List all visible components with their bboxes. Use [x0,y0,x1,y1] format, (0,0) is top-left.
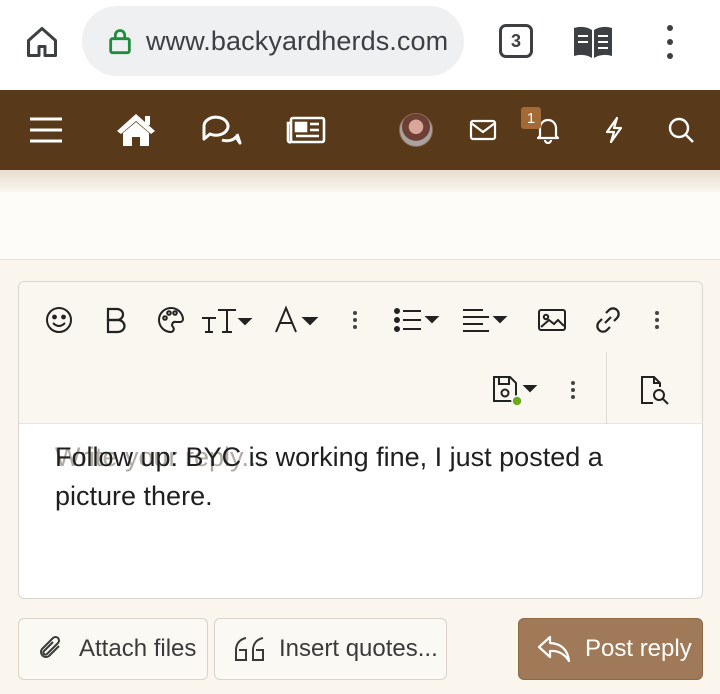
list-icon[interactable] [393,300,443,340]
lock-icon [109,29,131,55]
news-icon[interactable] [284,90,328,170]
reply-icon [537,635,571,663]
url-text: www.backyardherds.com [146,25,449,56]
reader-mode-icon[interactable] [572,24,614,60]
toolbar-divider [606,352,607,424]
font-family-icon[interactable] [273,300,323,340]
quote-icon [235,637,264,661]
emoji-icon[interactable] [41,300,77,340]
insert-image-icon[interactable] [533,300,571,340]
paperclip-icon [40,635,61,658]
editor-content[interactable]: Follow up: BYC is working fine, I just p… [55,438,675,516]
site-nav-bar [0,90,720,170]
insert-quotes-button[interactable]: Insert quotes... [214,618,447,680]
font-size-icon[interactable] [199,300,255,340]
forums-icon[interactable] [198,90,244,170]
whats-new-icon[interactable] [600,90,628,170]
more-options-icon[interactable] [565,370,581,410]
browser-toolbar: www.backyardherds.com 3 [0,0,720,90]
attach-files-label: Attach files [79,635,197,662]
content-band [0,192,720,260]
text-color-icon[interactable] [153,300,189,340]
more-formatting-icon[interactable] [347,300,363,340]
address-bar[interactable]: www.backyardherds.com [82,6,464,76]
tab-count: 3 [510,30,521,51]
post-reply-button[interactable]: Post reply [518,618,703,680]
align-icon[interactable] [461,300,511,340]
drafts-icon[interactable] [491,370,543,410]
home-icon[interactable] [22,22,62,62]
tab-switcher-button[interactable]: 3 [499,24,533,58]
bold-icon[interactable] [99,300,133,340]
insert-quotes-label: Insert quotes... [279,635,438,662]
attach-files-button[interactable]: Attach files [18,618,208,680]
search-icon[interactable] [664,90,698,170]
editor-toolbar [19,282,702,424]
post-reply-label: Post reply [585,635,692,662]
user-avatar[interactable] [398,90,434,170]
home-nav-icon[interactable] [113,90,159,170]
more-menu-icon[interactable] [658,22,682,62]
preview-icon[interactable] [635,370,675,410]
notification-badge: 1 [521,107,541,129]
insert-link-icon[interactable] [589,300,627,340]
bell-icon[interactable] [534,90,562,170]
avatar [399,113,433,147]
inbox-icon[interactable] [466,90,500,170]
more-insert-icon[interactable] [649,300,665,340]
hamburger-menu-icon[interactable] [22,90,70,170]
reply-editor: Write your reply... Follow up: BYC is wo… [18,281,703,599]
nav-shadow [0,170,720,192]
